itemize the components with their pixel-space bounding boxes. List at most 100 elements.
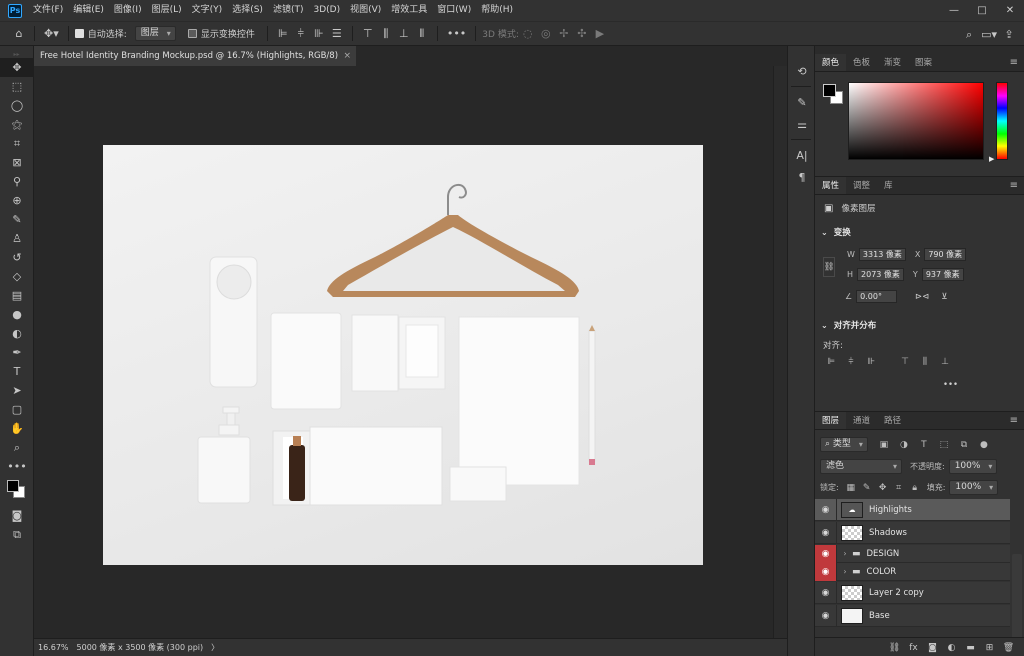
filter-shape-icon[interactable]: ⬚: [934, 440, 954, 450]
panel-menu-icon[interactable]: ≡: [1010, 412, 1018, 430]
chevron-right-icon[interactable]: ›: [840, 549, 850, 558]
layer-row-shadows[interactable]: ◉ Shadows: [815, 521, 1010, 544]
paragraph-panel-icon[interactable]: ¶: [788, 166, 816, 188]
dodge-tool-icon[interactable]: ◐: [0, 324, 34, 343]
distribute-icon[interactable]: ☰: [328, 21, 346, 46]
filter-toggle-icon[interactable]: ●: [974, 440, 994, 450]
link-dimensions-icon[interactable]: ⛓: [823, 257, 835, 277]
color-spectrum-field[interactable]: [848, 82, 984, 160]
y-field[interactable]: 937 像素: [921, 268, 964, 281]
status-menu-icon[interactable]: 〉: [207, 642, 223, 653]
tab-paths[interactable]: 路径: [877, 412, 908, 429]
new-group-icon[interactable]: ▬: [961, 643, 980, 653]
eye-icon[interactable]: ◉: [815, 562, 837, 581]
flip-horizontal-icon[interactable]: ⊳⊲: [915, 292, 929, 302]
magic-wand-tool-icon[interactable]: ⚝: [0, 115, 34, 134]
lock-position-icon[interactable]: ✥: [875, 483, 891, 493]
menu-view[interactable]: 视图(V): [345, 0, 386, 21]
tab-libraries[interactable]: 库: [877, 177, 900, 194]
move-tool-preset-icon[interactable]: ✥▾: [41, 21, 62, 46]
menu-select[interactable]: 选择(S): [227, 0, 268, 21]
foreground-color-swatch[interactable]: [823, 84, 836, 97]
tab-swatches[interactable]: 色板: [846, 54, 877, 71]
pen-tool-icon[interactable]: ✒: [0, 343, 34, 362]
align-right-icon[interactable]: ⊪: [310, 21, 328, 46]
lock-image-icon[interactable]: ✎: [859, 483, 875, 493]
workspace-icon[interactable]: ▭▾: [978, 22, 1000, 47]
flip-vertical-icon[interactable]: ⊻: [941, 292, 947, 302]
document-tab[interactable]: Free Hotel Identity Branding Mockup.psd …: [34, 46, 357, 66]
link-layers-icon[interactable]: ⛓: [885, 643, 904, 653]
opacity-field[interactable]: 100%: [948, 459, 998, 474]
angle-field[interactable]: 0.00°: [856, 290, 897, 303]
tab-layers[interactable]: 图层: [815, 412, 847, 429]
x-field[interactable]: 790 像素: [924, 248, 967, 261]
hue-slider[interactable]: [996, 82, 1008, 160]
menu-image[interactable]: 图像(I): [109, 0, 147, 21]
menu-file[interactable]: 文件(F): [28, 0, 68, 21]
search-icon[interactable]: ⌕: [960, 22, 978, 47]
color-chips[interactable]: [0, 476, 34, 506]
align-h-centers-icon[interactable]: ⫩: [841, 357, 861, 367]
tab-color[interactable]: 颜色: [815, 54, 847, 71]
panel-menu-icon[interactable]: ≡: [1010, 54, 1018, 72]
frame-tool-icon[interactable]: ⊠: [0, 153, 34, 172]
fill-field[interactable]: 100%: [949, 480, 999, 495]
layer-style-icon[interactable]: fx: [904, 643, 923, 653]
menu-edit[interactable]: 编辑(E): [68, 0, 109, 21]
align-bottom-edges-icon[interactable]: ⊥: [935, 357, 955, 367]
layer-row-base[interactable]: ◉ Base: [815, 604, 1010, 627]
healing-brush-tool-icon[interactable]: ⊕: [0, 191, 34, 210]
filter-type-icon[interactable]: T: [914, 440, 934, 450]
align-middle-v-icon[interactable]: ⫼: [377, 21, 395, 46]
3d-orbit-icon[interactable]: ◌: [519, 21, 537, 46]
adjustments-icon[interactable]: ⚌: [788, 113, 816, 135]
layer-row-design[interactable]: ◉ › ▬ DESIGN: [815, 544, 1010, 563]
quick-mask-icon[interactable]: ◙: [0, 506, 34, 525]
zoom-tool-icon[interactable]: ⌕: [0, 438, 34, 457]
align-center-h-icon[interactable]: ⫩: [292, 21, 310, 46]
tab-adjustments[interactable]: 调整: [846, 177, 877, 194]
auto-select-dropdown[interactable]: 图层: [134, 26, 176, 41]
eyedropper-tool-icon[interactable]: ⚲: [0, 172, 34, 191]
close-window-button[interactable]: ✕: [996, 0, 1024, 21]
filter-pixel-icon[interactable]: ▣: [874, 440, 894, 450]
menu-layer[interactable]: 图层(L): [147, 0, 187, 21]
3d-scale-icon[interactable]: ▶: [591, 21, 609, 46]
history-brush-tool-icon[interactable]: ↺: [0, 248, 34, 267]
lock-transparent-icon[interactable]: ▦: [843, 483, 859, 493]
tab-channels[interactable]: 通道: [846, 412, 877, 429]
align-top-edges-icon[interactable]: ⊤: [895, 357, 915, 367]
layers-scrollbar[interactable]: [1012, 554, 1022, 642]
edit-toolbar-icon[interactable]: •••: [0, 457, 34, 476]
home-icon[interactable]: ⌂: [10, 21, 28, 46]
menu-window[interactable]: 窗口(W): [432, 0, 476, 21]
add-mask-icon[interactable]: ◙: [923, 643, 942, 653]
transform-section-header[interactable]: ⌄ 变换: [821, 226, 851, 239]
menu-3d[interactable]: 3D(D): [308, 0, 345, 21]
layer-row-highlights[interactable]: ◉ ☁ Highlights: [815, 498, 1010, 521]
layer-row-color[interactable]: ◉ › ▬ COLOR: [815, 562, 1010, 581]
history-panel-icon[interactable]: ⟲: [788, 60, 816, 82]
hand-tool-icon[interactable]: ✋: [0, 419, 34, 438]
eye-icon[interactable]: ◉: [815, 498, 837, 521]
align-v-centers-icon[interactable]: ⫼: [915, 357, 935, 367]
blend-mode-dropdown[interactable]: 滤色: [820, 459, 902, 474]
layer-filter-dropdown[interactable]: ⌕ 类型: [820, 437, 868, 452]
panel-grip-icon[interactable]: ▸▸: [0, 50, 33, 58]
menu-plugins[interactable]: 增效工具: [386, 0, 432, 21]
menu-type[interactable]: 文字(Y): [187, 0, 228, 21]
hue-slider-marker-icon[interactable]: ▶: [989, 155, 994, 163]
minimize-button[interactable]: —: [940, 0, 968, 21]
align-left-edges-icon[interactable]: ⊫: [821, 357, 841, 367]
tab-properties[interactable]: 属性: [815, 177, 847, 194]
brush-tool-icon[interactable]: ✎: [0, 210, 34, 229]
3d-slide-icon[interactable]: ✣: [573, 21, 591, 46]
menu-help[interactable]: 帮助(H): [476, 0, 518, 21]
show-transform-checkbox[interactable]: [187, 29, 197, 38]
tab-gradients[interactable]: 渐变: [877, 54, 908, 71]
tab-patterns[interactable]: 图案: [908, 54, 939, 71]
crop-tool-icon[interactable]: ⌗: [0, 134, 34, 153]
3d-pan-icon[interactable]: ✢: [555, 21, 573, 46]
new-layer-icon[interactable]: ⊞: [980, 643, 999, 653]
